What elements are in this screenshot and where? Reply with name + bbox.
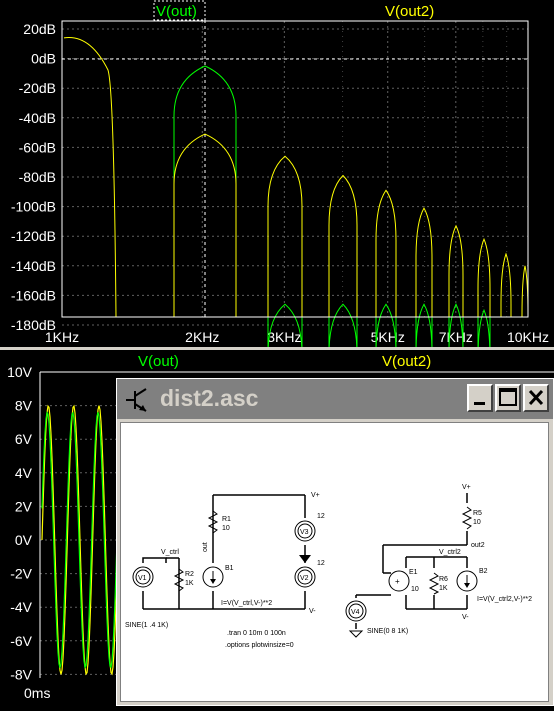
value-v3: 12 bbox=[317, 513, 325, 520]
fft-y-tick: -160dB bbox=[11, 287, 56, 303]
fft-y-tick: 0dB bbox=[31, 51, 56, 67]
net-label-vminus: V- bbox=[309, 608, 316, 615]
close-icon bbox=[528, 389, 544, 406]
scope-y-tick: 0V bbox=[15, 532, 33, 548]
label-v3: V3 bbox=[300, 529, 309, 536]
directive-options: .options plotwinsize=0 bbox=[225, 642, 294, 649]
fft-y-tick: -100dB bbox=[11, 199, 56, 215]
label-b1: B1 bbox=[225, 565, 234, 572]
fft-y-tick: -40dB bbox=[19, 110, 56, 126]
spec-v1: SINE(1 .4 1K) bbox=[125, 622, 168, 629]
fft-peak-vout2-10k bbox=[521, 265, 529, 317]
label-r2: R2 bbox=[185, 571, 194, 578]
minimize-icon bbox=[474, 402, 485, 405]
label-v1: V1 bbox=[138, 575, 147, 582]
close-button[interactable] bbox=[523, 384, 549, 412]
net-label-out: out bbox=[202, 542, 209, 552]
label-v2: V2 bbox=[300, 575, 309, 582]
label-r5: R5 bbox=[473, 510, 482, 517]
svg-text:+: + bbox=[395, 577, 400, 586]
value-r1: 10 bbox=[222, 525, 230, 532]
schematic-labels: V_ctrl out R1 10 R2 1K V1 SINE(1 .4 1K) … bbox=[125, 484, 532, 649]
scope-y-tick: 8V bbox=[15, 398, 33, 414]
fft-peak-vout2-8k bbox=[477, 237, 491, 317]
net-label-out2: out2 bbox=[471, 542, 485, 549]
fft-y-tick: -20dB bbox=[19, 80, 56, 96]
scope-y-tick: -8V bbox=[10, 666, 32, 682]
fft-peak-vout2-5k bbox=[375, 189, 397, 317]
schematic-window[interactable]: dist2.asc + V_ctrl out R1 10 R2 1K V1 SI… bbox=[116, 378, 554, 706]
spec-v4: SINE(0 8 1K) bbox=[367, 628, 408, 635]
fft-peak-vout-6k bbox=[415, 303, 433, 355]
net-label-vctrl: V_ctrl bbox=[161, 549, 179, 556]
scope-y-tick: 10V bbox=[7, 364, 33, 380]
resistor-r6[interactable] bbox=[428, 572, 440, 595]
transistor-icon bbox=[126, 388, 147, 412]
source-e1[interactable]: + bbox=[388, 570, 410, 592]
diode-arrow bbox=[299, 555, 311, 563]
scope-y-tick: -4V bbox=[10, 599, 32, 615]
fft-x-tick: 7KHz bbox=[439, 329, 473, 345]
source-b2[interactable] bbox=[456, 570, 478, 592]
fft-traces bbox=[63, 37, 529, 361]
net-label-vminus-2: V- bbox=[462, 614, 469, 621]
scope-y-tick: -6V bbox=[10, 633, 32, 649]
expr-b1: I=V(V_ctrl,V-)**2 bbox=[221, 600, 272, 607]
ground-symbol bbox=[348, 630, 364, 638]
window-title: dist2.asc bbox=[160, 385, 259, 411]
net-label-vctrl2: V_ctrl2 bbox=[439, 549, 461, 556]
scope-x-tick: 0ms bbox=[24, 685, 50, 701]
label-e1: E1 bbox=[409, 569, 418, 576]
value-e1: 10 bbox=[411, 586, 419, 593]
window-titlebar[interactable]: dist2.asc bbox=[117, 379, 553, 419]
maximize-button[interactable] bbox=[495, 384, 521, 412]
value-r6: 1K bbox=[439, 585, 448, 592]
scope-y-tick: 4V bbox=[15, 465, 33, 481]
scope-y-tick: 2V bbox=[15, 498, 33, 514]
scope-trace-label-vout[interactable]: V(out) bbox=[138, 353, 179, 370]
resistor-r5[interactable] bbox=[461, 506, 473, 530]
trace-label-vout[interactable]: V(out) bbox=[156, 3, 197, 20]
value-r5: 10 bbox=[473, 519, 481, 526]
schematic-canvas[interactable]: + V_ctrl out R1 10 R2 1K V1 SINE(1 .4 1K… bbox=[120, 422, 549, 702]
maximize-icon bbox=[499, 388, 517, 406]
source-b1[interactable] bbox=[202, 566, 224, 588]
fft-y-tick: 20dB bbox=[23, 21, 56, 37]
fft-x-tick: 10KHz bbox=[507, 329, 549, 345]
scope-y-tick: -2V bbox=[10, 566, 32, 582]
fft-x-tick: 3KHz bbox=[267, 329, 301, 345]
label-v4: V4 bbox=[351, 609, 360, 616]
fft-grid bbox=[61, 20, 529, 326]
fft-y-tick: -80dB bbox=[19, 169, 56, 185]
fft-peak-vout-4k bbox=[328, 303, 358, 355]
fft-x-axis: 1KHz 2KHz 3KHz 5KHz 7KHz 10KHz bbox=[45, 329, 549, 345]
net-label-vplus: V+ bbox=[311, 492, 320, 499]
scope-trace-label-vout2[interactable]: V(out2) bbox=[382, 353, 431, 370]
schematic-drawing[interactable]: + V_ctrl out R1 10 R2 1K V1 SINE(1 .4 1K… bbox=[121, 423, 548, 701]
minimize-button[interactable] bbox=[467, 384, 493, 412]
fft-y-tick: -120dB bbox=[11, 228, 56, 244]
fft-y-axis: 20dB 0dB -20dB -40dB -60dB -80dB -100dB -120dB -… bbox=[11, 21, 56, 333]
label-r1: R1 bbox=[222, 516, 231, 523]
directive-tran: .tran 0 10m 0 100n bbox=[227, 630, 286, 637]
fft-plot-pane[interactable]: V(out) V(out2) 20dB 0dB -20dB -40dB -60dB -80… bbox=[0, 0, 554, 361]
fft-x-tick: 2KHz bbox=[185, 329, 219, 345]
scope-y-axis: 10V 8V 6V 4V 2V 0V -2V -4V -6V -8V bbox=[7, 364, 33, 682]
fft-peak-vout2-9k bbox=[500, 252, 512, 317]
fft-y-tick: -60dB bbox=[19, 139, 56, 155]
scope-y-tick: 6V bbox=[15, 431, 33, 447]
net-label-vplus-2: V+ bbox=[462, 484, 471, 491]
value-v2: 12 bbox=[317, 560, 325, 567]
trace-label-vout2[interactable]: V(out2) bbox=[385, 3, 434, 20]
label-r6: R6 bbox=[439, 576, 448, 583]
fft-peak-vout-8k bbox=[477, 308, 491, 361]
fft-y-tick: -140dB bbox=[11, 258, 56, 274]
fft-plot[interactable]: V(out) V(out2) 20dB 0dB -20dB -40dB -60dB -80… bbox=[0, 0, 554, 361]
value-r2: 1K bbox=[185, 580, 194, 587]
expr-b2: I=V(V_ctrl2,V-)**2 bbox=[477, 596, 532, 603]
label-b2: B2 bbox=[479, 568, 488, 575]
fft-x-tick: 1KHz bbox=[45, 329, 79, 345]
fft-peak-vout2-6k bbox=[415, 207, 433, 317]
